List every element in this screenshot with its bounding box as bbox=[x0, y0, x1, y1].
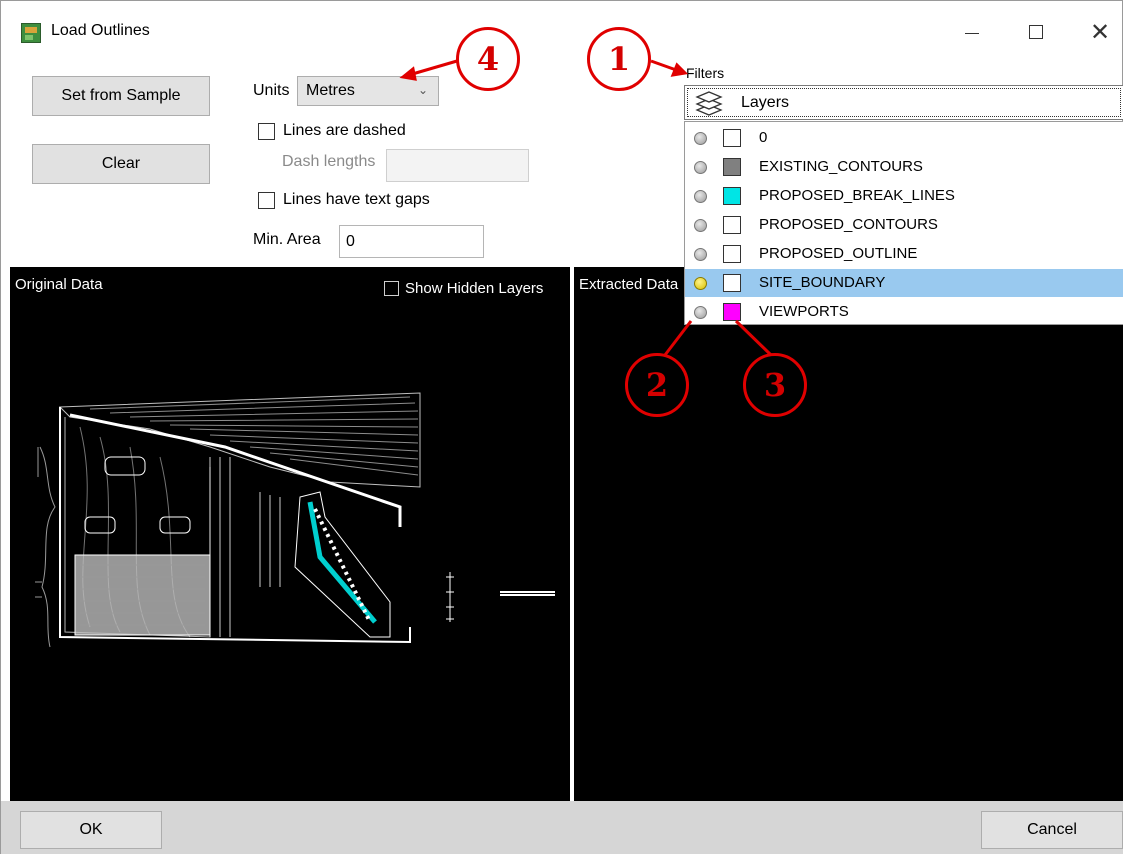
show-hidden-layers-toggle[interactable]: Show Hidden Layers bbox=[384, 280, 543, 297]
callout-badge-3: 3 bbox=[743, 353, 807, 417]
layer-name: 0 bbox=[759, 129, 768, 146]
layer-color-swatch[interactable] bbox=[723, 129, 741, 147]
layer-color-swatch[interactable] bbox=[723, 274, 741, 292]
layers-dropdown[interactable]: Layers bbox=[684, 85, 1123, 120]
original-data-canvas[interactable]: Original Data Show Hidden Layers bbox=[10, 267, 570, 801]
lines-dashed-checkbox[interactable] bbox=[258, 123, 275, 140]
layer-row[interactable]: PROPOSED_CONTOURS bbox=[685, 211, 1123, 239]
min-area-label: Min. Area bbox=[253, 231, 321, 248]
visibility-bulb-icon[interactable] bbox=[694, 190, 707, 203]
show-hidden-layers-label: Show Hidden Layers bbox=[405, 280, 544, 297]
chevron-down-icon: ⌄ bbox=[417, 83, 428, 97]
layers-icon bbox=[695, 91, 723, 116]
visibility-bulb-icon[interactable] bbox=[694, 219, 707, 232]
visibility-bulb-icon[interactable] bbox=[694, 248, 707, 261]
ok-button[interactable]: OK bbox=[20, 811, 162, 849]
window-title: Load Outlines bbox=[51, 22, 150, 39]
dash-lengths-input[interactable] bbox=[386, 149, 529, 182]
callout-badge-2: 2 bbox=[625, 353, 689, 417]
maximize-button[interactable] bbox=[1013, 15, 1059, 49]
load-outlines-dialog: Load Outlines ✕ Set from Sample Clear Un… bbox=[0, 0, 1123, 854]
layer-row[interactable]: EXISTING_CONTOURS bbox=[685, 153, 1123, 181]
original-data-title: Original Data bbox=[15, 276, 103, 293]
layer-name: PROPOSED_CONTOURS bbox=[759, 216, 938, 233]
units-select[interactable]: Metres ⌄ bbox=[297, 76, 439, 106]
callout-badge-4: 4 bbox=[456, 27, 520, 91]
clear-button[interactable]: Clear bbox=[32, 144, 210, 184]
layer-name: PROPOSED_OUTLINE bbox=[759, 245, 918, 262]
close-icon: ✕ bbox=[1089, 18, 1111, 46]
layer-name: EXISTING_CONTOURS bbox=[759, 158, 923, 175]
units-label: Units bbox=[253, 82, 290, 99]
site-plan-drawing bbox=[35, 392, 555, 648]
app-icon bbox=[21, 23, 41, 43]
layer-name: SITE_BOUNDARY bbox=[759, 274, 886, 291]
text-gaps-label: Lines have text gaps bbox=[283, 191, 430, 208]
visibility-bulb-icon[interactable] bbox=[694, 161, 707, 174]
dash-lengths-label: Dash lengths bbox=[282, 153, 376, 170]
layer-color-swatch[interactable] bbox=[723, 303, 741, 321]
layer-row[interactable]: PROPOSED_OUTLINE bbox=[685, 240, 1123, 268]
footer-bar bbox=[1, 801, 1123, 854]
layer-list: 0 EXISTING_CONTOURS PROPOSED_BREAK_LINES PR… bbox=[684, 121, 1123, 325]
min-area-input[interactable]: 0 bbox=[339, 225, 484, 258]
set-from-sample-button[interactable]: Set from Sample bbox=[32, 76, 210, 116]
layer-name: PROPOSED_BREAK_LINES bbox=[759, 187, 955, 204]
layer-color-swatch[interactable] bbox=[723, 158, 741, 176]
extracted-data-canvas[interactable]: Extracted Data bbox=[574, 267, 1123, 801]
title-bar: Load Outlines ✕ bbox=[1, 1, 1123, 61]
visibility-bulb-icon[interactable] bbox=[694, 132, 707, 145]
filters-label: Filters bbox=[686, 65, 725, 81]
cancel-button[interactable]: Cancel bbox=[981, 811, 1123, 849]
layer-row[interactable]: PROPOSED_BREAK_LINES bbox=[685, 182, 1123, 210]
lines-dashed-label: Lines are dashed bbox=[283, 122, 406, 139]
layer-color-swatch[interactable] bbox=[723, 216, 741, 234]
layer-color-swatch[interactable] bbox=[723, 245, 741, 263]
maximize-icon bbox=[1029, 25, 1043, 39]
minimize-button[interactable] bbox=[949, 15, 995, 49]
layer-row[interactable]: 0 bbox=[685, 124, 1123, 152]
callout-badge-1: 1 bbox=[587, 27, 651, 91]
layer-row[interactable]: VIEWPORTS bbox=[685, 298, 1123, 326]
minimize-icon bbox=[965, 32, 979, 34]
visibility-bulb-icon[interactable] bbox=[694, 306, 707, 319]
close-button[interactable]: ✕ bbox=[1077, 15, 1123, 49]
text-gaps-checkbox[interactable] bbox=[258, 192, 275, 209]
extracted-data-title: Extracted Data bbox=[579, 276, 679, 293]
show-hidden-layers-checkbox[interactable] bbox=[384, 281, 399, 296]
layer-row[interactable]: SITE_BOUNDARY bbox=[685, 269, 1123, 297]
layer-color-swatch[interactable] bbox=[723, 187, 741, 205]
units-value: Metres bbox=[306, 82, 355, 99]
layer-name: VIEWPORTS bbox=[759, 303, 849, 320]
layers-dropdown-label: Layers bbox=[741, 93, 790, 111]
visibility-bulb-icon[interactable] bbox=[694, 277, 707, 290]
